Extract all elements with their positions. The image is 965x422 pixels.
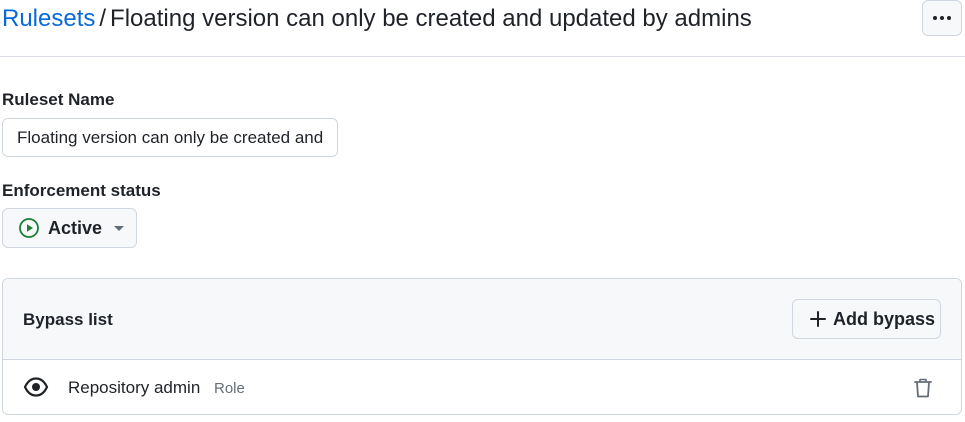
kebab-dot xyxy=(940,16,944,20)
add-bypass-button[interactable]: Add bypass xyxy=(792,299,941,339)
add-bypass-label: Add bypass xyxy=(833,308,936,329)
bypass-actor-name: Repository admin xyxy=(68,378,201,397)
breadcrumb: Rulesets / Floating version can only be cr… xyxy=(2,4,752,34)
kebab-dot xyxy=(947,16,951,20)
play-circle-icon xyxy=(19,218,39,238)
bypass-actor-type: Role xyxy=(214,380,245,397)
enforcement-status-dropdown[interactable]: Active xyxy=(2,208,137,248)
plus-icon xyxy=(810,311,826,327)
breadcrumb-rulesets-link[interactable]: Rulesets xyxy=(2,5,95,32)
more-options-button[interactable] xyxy=(922,0,962,36)
bypass-list-title: Bypass list xyxy=(23,310,113,329)
bypass-list-item: Repository admin Role xyxy=(3,361,961,414)
bypass-list-panel: Bypass list Add bypass Repository admin … xyxy=(2,278,962,415)
page-title: Floating version can only be created and… xyxy=(110,5,752,32)
ruleset-name-input[interactable] xyxy=(2,118,338,157)
ruleset-name-label: Ruleset Name xyxy=(2,90,115,109)
page-header: Rulesets / Floating version can only be cr… xyxy=(0,0,965,57)
enforcement-status-value: Active xyxy=(48,217,103,238)
kebab-dot xyxy=(933,16,937,20)
eye-icon xyxy=(23,377,49,397)
chevron-down-icon xyxy=(114,225,125,231)
enforcement-status-label: Enforcement status xyxy=(2,181,161,200)
bypass-list-header: Bypass list Add bypass xyxy=(3,279,961,360)
trash-icon[interactable] xyxy=(913,377,933,399)
breadcrumb-separator: / xyxy=(99,5,107,32)
